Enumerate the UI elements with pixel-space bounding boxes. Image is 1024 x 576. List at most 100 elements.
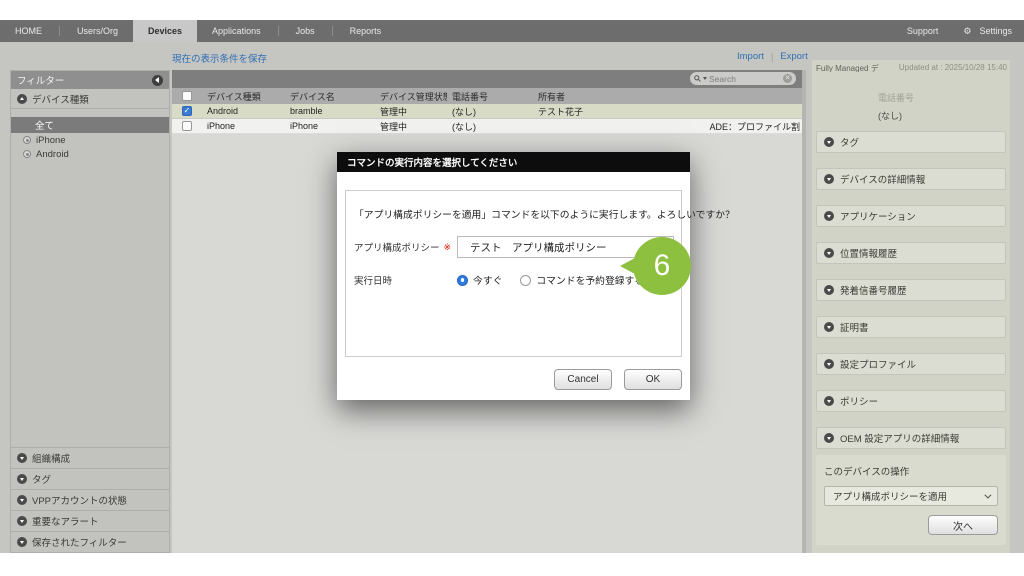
panel-section-label: 設定プロファイル bbox=[840, 357, 916, 371]
support-link[interactable]: Support bbox=[907, 26, 939, 36]
tab-home[interactable]: HOME bbox=[0, 20, 57, 42]
tab-users-org[interactable]: Users/Org bbox=[62, 20, 133, 42]
chevron-down-circle-icon bbox=[824, 248, 834, 258]
radio-selected-icon bbox=[457, 275, 468, 286]
tab-reports[interactable]: Reports bbox=[335, 20, 397, 42]
filter-title: フィルター bbox=[17, 73, 64, 87]
filter-section-alerts[interactable]: 重要なアラート bbox=[11, 510, 169, 531]
table-row[interactable]: iPhone iPhone 管理中 (なし) ADE：プロファイル割 bbox=[172, 119, 802, 134]
phone-number-value: (なし) bbox=[878, 109, 1010, 122]
chevron-down-circle-icon bbox=[824, 285, 834, 295]
radio-unselected-icon bbox=[520, 275, 531, 286]
panel-section-label: 発着信番号履歴 bbox=[840, 283, 907, 297]
panel-section-tags[interactable]: タグ bbox=[816, 131, 1006, 153]
filter-section-device-type[interactable]: デバイス種類 bbox=[11, 89, 169, 109]
step-number: 6 bbox=[654, 249, 671, 283]
radio-icon bbox=[23, 136, 31, 144]
search-scope-chevron-icon[interactable] bbox=[703, 77, 707, 80]
column-header[interactable]: 電話番号 bbox=[447, 90, 533, 103]
tab-applications[interactable]: Applications bbox=[197, 20, 276, 42]
filter-header: フィルター bbox=[11, 71, 169, 89]
radio-schedule[interactable]: コマンドを予約登録する bbox=[520, 273, 644, 287]
operation-selected-value: アプリ構成ポリシーを適用 bbox=[833, 489, 947, 503]
chevron-down-circle-icon bbox=[824, 211, 834, 221]
chevron-down-circle-icon bbox=[17, 537, 27, 547]
nav-divider bbox=[332, 26, 333, 36]
column-header[interactable]: デバイス種類 bbox=[202, 90, 285, 103]
policy-field-label: アプリ構成ポリシー bbox=[354, 240, 440, 254]
filter-option-iphone[interactable]: iPhone bbox=[11, 133, 169, 147]
search-icon bbox=[694, 75, 701, 82]
import-link[interactable]: Import bbox=[737, 51, 764, 62]
chevron-down-circle-icon bbox=[824, 396, 834, 406]
collapse-sidebar-button[interactable] bbox=[152, 75, 163, 86]
search-input[interactable] bbox=[709, 74, 781, 84]
panel-section-device-details[interactable]: デバイスの詳細情報 bbox=[816, 168, 1006, 190]
filter-option-label: iPhone bbox=[36, 135, 66, 146]
panel-section-location-history[interactable]: 位置情報履歴 bbox=[816, 242, 1006, 264]
row-checkbox-checked[interactable]: ✓ bbox=[182, 106, 192, 116]
chevron-down-circle-icon bbox=[17, 453, 27, 463]
radio-schedule-label: コマンドを予約登録する bbox=[536, 273, 644, 287]
column-header[interactable]: デバイス管理状態 bbox=[375, 90, 447, 103]
panel-section-config-profiles[interactable]: 設定プロファイル bbox=[816, 353, 1006, 375]
panel-section-label: アプリケーション bbox=[840, 209, 916, 223]
cell-device-name: iPhone bbox=[285, 121, 375, 131]
tab-devices[interactable]: Devices bbox=[133, 20, 197, 42]
chevron-down-icon bbox=[984, 491, 991, 498]
radio-run-now[interactable]: 今すぐ bbox=[457, 273, 502, 287]
device-operations-box: このデバイスの操作 アプリ構成ポリシーを適用 次へ bbox=[816, 455, 1006, 545]
cancel-button[interactable]: Cancel bbox=[554, 369, 612, 390]
chevron-down-circle-icon bbox=[824, 359, 834, 369]
row-checkbox[interactable] bbox=[182, 121, 192, 131]
filter-section-label: 組織構成 bbox=[32, 451, 70, 465]
panel-section-label: タグ bbox=[840, 135, 859, 149]
filter-option-all[interactable]: 全て bbox=[11, 117, 169, 133]
tab-jobs[interactable]: Jobs bbox=[281, 20, 330, 42]
filter-section-tags[interactable]: タグ bbox=[11, 468, 169, 489]
cell-note: ADE：プロファイル割 bbox=[709, 120, 802, 133]
table-row[interactable]: ✓ Android bramble 管理中 (なし) テスト花子 bbox=[172, 104, 802, 119]
filter-section-saved-filters[interactable]: 保存されたフィルター bbox=[11, 531, 169, 552]
dialog-title-bar: コマンドの実行内容を選択してください bbox=[337, 152, 690, 172]
panel-section-label: デバイスの詳細情報 bbox=[840, 172, 925, 186]
datetime-field-label: 実行日時 bbox=[354, 273, 392, 287]
radio-icon bbox=[23, 150, 31, 158]
filter-option-label: 全て bbox=[35, 118, 54, 132]
panel-section-policies[interactable]: ポリシー bbox=[816, 390, 1006, 412]
panel-section-applications[interactable]: アプリケーション bbox=[816, 205, 1006, 227]
save-current-view-link[interactable]: 現在の表示条件を保存 bbox=[172, 51, 267, 65]
panel-section-call-history[interactable]: 発着信番号履歴 bbox=[816, 279, 1006, 301]
filter-section-label: デバイス種類 bbox=[32, 92, 89, 106]
nav-divider bbox=[278, 26, 279, 36]
panel-section-label: ポリシー bbox=[840, 394, 878, 408]
required-mark: ※ bbox=[444, 242, 452, 253]
filter-section-vpp-account[interactable]: VPPアカウントの状態 bbox=[11, 489, 169, 510]
clear-search-icon[interactable]: ✕ bbox=[783, 74, 792, 83]
column-header[interactable]: 所有者 bbox=[533, 90, 653, 103]
chevron-down-circle-icon bbox=[824, 433, 834, 443]
policy-selected-value: テスト アプリ構成ポリシー bbox=[470, 240, 607, 255]
cell-status: 管理中 bbox=[375, 120, 447, 133]
dialog-message: 「アプリ構成ポリシーを適用」コマンドを以下のように実行します。よろしいですか？ bbox=[354, 207, 674, 221]
export-link[interactable]: Export bbox=[780, 51, 807, 62]
ok-button[interactable]: OK bbox=[624, 369, 682, 390]
panel-section-label: 証明書 bbox=[840, 320, 869, 334]
next-button[interactable]: 次へ bbox=[928, 515, 998, 535]
chevron-down-circle-icon bbox=[824, 174, 834, 184]
panel-section-oem-app-details[interactable]: OEM 設定アプリの詳細情報 bbox=[816, 427, 1006, 449]
step-annotation-badge: 6 bbox=[633, 237, 691, 295]
panel-section-certificates[interactable]: 証明書 bbox=[816, 316, 1006, 338]
column-header[interactable]: デバイス名 bbox=[285, 90, 375, 103]
select-all-checkbox[interactable] bbox=[182, 91, 192, 101]
operation-select[interactable]: アプリ構成ポリシーを適用 bbox=[824, 486, 998, 506]
chevron-down-circle-icon bbox=[824, 322, 834, 332]
filter-section-label: タグ bbox=[32, 472, 51, 486]
settings-link[interactable]: Settings bbox=[979, 26, 1012, 36]
chevron-up-circle-icon bbox=[17, 94, 27, 104]
filter-section-organization[interactable]: 組織構成 bbox=[11, 447, 169, 468]
top-nav: HOME Users/Org Devices Applications Jobs… bbox=[0, 20, 1024, 42]
table-header-row: デバイス種類 デバイス名 デバイス管理状態 電話番号 所有者 bbox=[172, 88, 802, 104]
filter-option-android[interactable]: Android bbox=[11, 147, 169, 161]
search-box[interactable]: ✕ bbox=[690, 72, 796, 85]
